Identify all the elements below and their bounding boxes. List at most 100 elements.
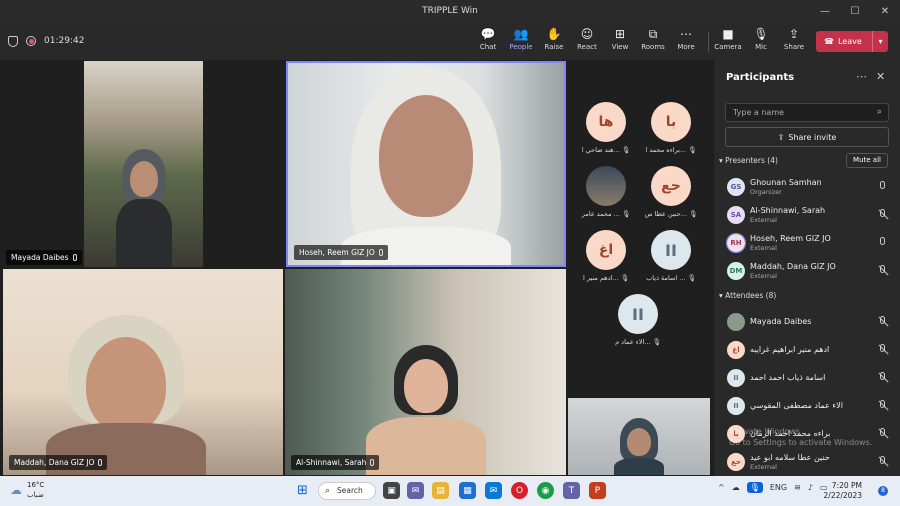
raise-hand-button[interactable]: ✋ Raise xyxy=(538,26,570,56)
search-icon: ⌕ xyxy=(876,107,882,117)
meeting-timer: 01:29:42 xyxy=(44,36,85,46)
language-indicator[interactable]: ENG xyxy=(770,483,787,492)
phone-hangup-icon: ☎ xyxy=(824,37,834,46)
participant-video xyxy=(115,149,172,267)
mic-muted-icon xyxy=(877,372,888,384)
share-invite-icon: ⇪ xyxy=(777,132,785,142)
avatar-tile[interactable]: اغ ادهم منير ا... 🎙 xyxy=(550,230,662,282)
participant-name-tag: Mayada Daibes xyxy=(6,250,82,265)
share-invite-button[interactable]: ⇪ Share invite xyxy=(725,127,889,147)
avatar: GS xyxy=(727,178,745,196)
presenters-section-toggle[interactable]: ▾ Presenters (4) xyxy=(719,156,778,165)
mute-all-button[interactable]: Mute all xyxy=(846,153,888,168)
video-tile-mayada[interactable] xyxy=(84,61,203,267)
people-icon: 👥 xyxy=(513,27,529,41)
attendees-section-toggle[interactable]: ▾ Attendees (8) xyxy=(719,291,776,300)
wifi-icon[interactable]: ≋ xyxy=(794,483,801,492)
microphone-icon xyxy=(370,459,375,466)
task-view-icon[interactable]: ▣ xyxy=(383,482,400,499)
react-button[interactable]: ☺ React xyxy=(571,26,603,56)
start-icon[interactable]: ⊞ xyxy=(294,482,311,499)
minimize-icon[interactable]: — xyxy=(810,0,840,22)
avatar-tile[interactable]: محمد عامر ... 🎙 xyxy=(550,166,662,218)
avatar: RH xyxy=(726,233,746,253)
avatar: حع xyxy=(727,453,745,471)
teams-icon[interactable]: T xyxy=(563,482,580,499)
microphone-icon[interactable]: 🎙 xyxy=(746,482,763,493)
participant-video xyxy=(46,315,207,475)
video-tile-sarah[interactable]: Al-Shinnawi, Sarah xyxy=(285,269,566,475)
participant-name-tag: Maddah, Dana GIZ JO xyxy=(9,455,108,470)
maximize-icon[interactable]: ☐ xyxy=(840,0,870,22)
mic-button[interactable]: 🎙 Mic xyxy=(745,26,777,56)
mic-muted-icon xyxy=(877,265,888,277)
chat-icon: 💬 xyxy=(480,27,496,41)
avatar: II xyxy=(727,397,745,415)
mic-muted-icon: 🎙 xyxy=(620,274,629,282)
participant-row[interactable]: SA Al-Shinnawi, Sarah External xyxy=(714,202,900,228)
chrome-icon[interactable]: ◉ xyxy=(537,482,554,499)
share-button[interactable]: ⇪ Share xyxy=(778,26,810,56)
shield-icon[interactable] xyxy=(8,35,18,47)
participant-row[interactable]: اغ ادهم منير ابراهيم غرايبه xyxy=(714,337,900,363)
video-tile-reem[interactable]: Hoseh, Reem GIZ JO xyxy=(286,61,566,267)
search-icon: ⌕ xyxy=(325,486,331,496)
participant-row[interactable]: RH Hoseh, Reem GIZ JO External xyxy=(714,230,900,256)
mail-icon[interactable]: ✉ xyxy=(485,482,502,499)
microphone-icon xyxy=(72,254,77,261)
rooms-button[interactable]: ⧉ Rooms xyxy=(637,26,669,56)
file-explorer-icon[interactable]: ▤ xyxy=(432,482,449,499)
chat-button[interactable]: 💬 Chat xyxy=(472,26,504,56)
hand-icon: ✋ xyxy=(546,27,562,41)
chevron-down-icon[interactable]: ▾ xyxy=(872,31,888,52)
participant-row[interactable]: DM Maddah, Dana GIZ JO External xyxy=(714,258,900,284)
avatar-tile[interactable]: II الاء عماد م... 🎙 xyxy=(582,294,694,346)
participant-row[interactable]: Mayada Daibes xyxy=(714,309,900,335)
avatar-photo xyxy=(586,166,626,206)
mic-muted-icon xyxy=(877,456,888,468)
smiley-icon: ☺ xyxy=(580,27,594,41)
window-title: TRIPPLE Win xyxy=(422,6,478,16)
taskbar-clock[interactable]: 7:20 PM 2/22/2023 xyxy=(812,481,862,501)
share-screen-icon: ⇪ xyxy=(788,27,800,41)
avatar: اغ xyxy=(586,230,626,270)
avatar: II xyxy=(618,294,658,334)
mic-muted-icon xyxy=(877,400,888,412)
participant-avatar-grid: با براءه محمد ا... 🎙 ها هند ضاحي ا... 🎙 … xyxy=(567,60,710,396)
participant-row[interactable]: II اسامة ذياب احمد احمد xyxy=(714,365,900,391)
chevron-up-icon[interactable]: ^ xyxy=(718,483,725,492)
mic-muted-icon: 🎙 xyxy=(689,210,698,218)
leave-button[interactable]: ☎ Leave ▾ xyxy=(816,31,888,52)
weather-widget[interactable]: ☁ 16°C ضباب xyxy=(10,480,44,500)
onedrive-icon[interactable]: ☁ xyxy=(732,483,740,492)
meeting-toolbar: 01:29:42 💬 Chat 👥 People ✋ Raise ☺ React ⊞ Vi… xyxy=(0,22,900,60)
opera-icon[interactable]: O xyxy=(511,482,528,499)
participant-row[interactable]: حع حنين عطا سلامه ابو عيد External xyxy=(714,449,900,475)
avatar-tile[interactable]: ها هند ضاحي ا... 🎙 xyxy=(550,102,662,154)
camera-button[interactable]: ■ Camera xyxy=(712,26,744,56)
view-button[interactable]: ⊞ View xyxy=(604,26,636,56)
close-panel-icon[interactable]: ✕ xyxy=(876,70,885,83)
people-button[interactable]: 👥 People xyxy=(505,26,537,56)
participant-search-input[interactable]: Type a name ⌕ xyxy=(725,103,889,122)
notification-badge[interactable]: 8 xyxy=(878,486,888,496)
mic-muted-icon xyxy=(877,428,888,440)
taskbar-search[interactable]: ⌕ Search xyxy=(318,482,376,500)
self-view-tile[interactable] xyxy=(568,398,710,475)
avatar: ها xyxy=(586,102,626,142)
powerpoint-icon[interactable]: P xyxy=(589,482,606,499)
mic-muted-icon: 🎙 xyxy=(621,210,631,218)
participant-row[interactable]: GS Ghounan Samhan Organizer xyxy=(714,174,900,200)
participant-name-tag: Al-Shinnawi, Sarah xyxy=(291,455,380,470)
more-button[interactable]: ⋯ More xyxy=(670,26,702,56)
participant-row[interactable]: II الاء عماد مصطفى المقوسي xyxy=(714,393,900,419)
teams-chat-icon[interactable]: ✉ xyxy=(407,482,424,499)
more-options-icon[interactable]: ⋯ xyxy=(856,70,867,83)
microphone-icon xyxy=(98,459,103,466)
camera-icon: ■ xyxy=(722,27,734,41)
store-icon[interactable]: ▦ xyxy=(459,482,476,499)
participant-video xyxy=(341,67,511,265)
video-tile-dana[interactable]: Maddah, Dana GIZ JO xyxy=(3,269,283,475)
close-icon[interactable]: ✕ xyxy=(870,0,900,22)
avatar: DM xyxy=(727,262,745,280)
